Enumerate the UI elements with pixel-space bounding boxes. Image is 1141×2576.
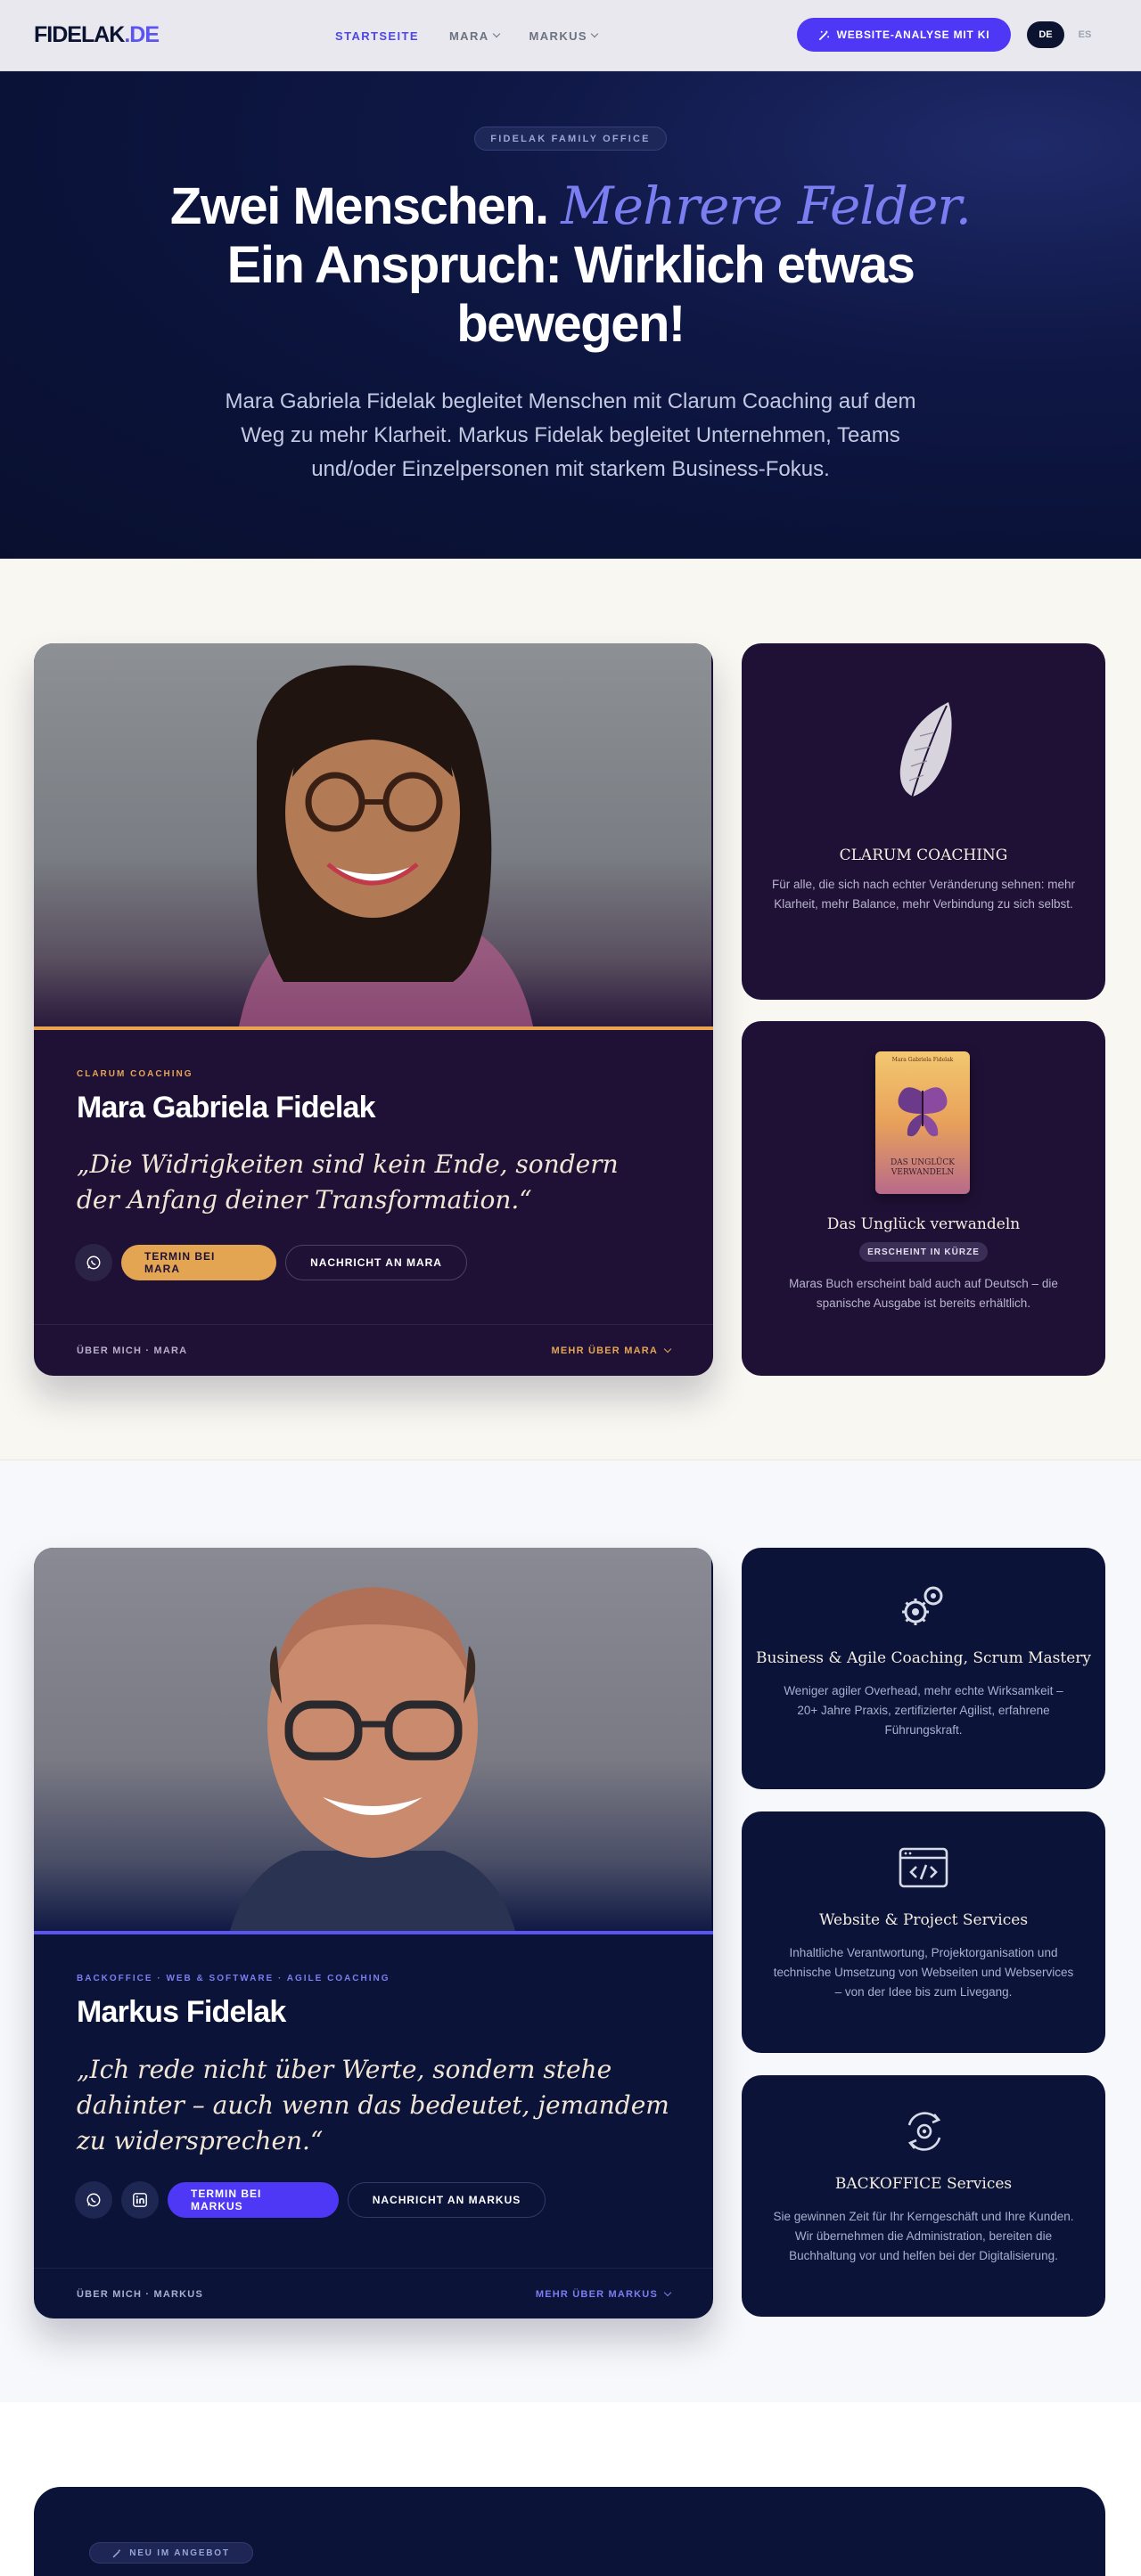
butterfly-icon bbox=[898, 1087, 948, 1137]
markus-name: Markus Fidelak bbox=[77, 1995, 286, 2029]
termin-bei-mara-button[interactable]: TERMIN BEI MARA bbox=[121, 1245, 276, 1280]
linkedin-button[interactable] bbox=[121, 2181, 159, 2219]
markus-button-row: TERMIN BEI MARKUS NACHRICHT AN MARKUS bbox=[75, 2181, 546, 2219]
nav-link-markus[interactable]: MARKUS bbox=[529, 29, 599, 43]
mara-accent-line bbox=[34, 1026, 713, 1030]
gears-icon bbox=[902, 1586, 943, 1625]
hero-badge: FIDELAK FAMILY OFFICE bbox=[474, 127, 667, 151]
agile-coaching-text: Weniger agiler Overhead, mehr echte Wirk… bbox=[784, 1684, 1063, 1737]
nachricht-an-mara-button[interactable]: NACHRICHT AN MARA bbox=[285, 1245, 467, 1280]
markus-profile-card: BACKOFFICE · WEB & SOFTWARE · AGILE COAC… bbox=[34, 1548, 713, 2318]
top-navigation: FIDELAK.DE STARTSEITE MARA MARKUS WEBSIT… bbox=[0, 0, 1141, 71]
erscheint-badge: ERSCHEINT IN KÜRZE bbox=[859, 1242, 988, 1262]
clarum-coaching-title: CLARUM COACHING bbox=[839, 846, 1008, 864]
magic-wand-icon bbox=[818, 29, 829, 40]
buch-title: Das Unglück verwandeln bbox=[826, 1215, 1021, 1233]
chevron-down-icon bbox=[663, 2288, 672, 2296]
leaf-icon bbox=[899, 702, 952, 814]
backoffice-services-title: BACKOFFICE Services bbox=[834, 2175, 1013, 2193]
markus-footer-left: ÜBER MICH · MARKUS bbox=[77, 2288, 203, 2300]
mara-quote: „Die Widrigkeiten sind kein Ende, sonder… bbox=[77, 1149, 619, 1214]
markus-portrait-illustration bbox=[230, 1587, 515, 1931]
whatsapp-icon bbox=[86, 1255, 101, 1270]
whatsapp-button[interactable] bbox=[75, 1244, 112, 1281]
logo-tld: .DE bbox=[124, 22, 160, 47]
mara-portrait-illustration bbox=[239, 665, 533, 1026]
markus-portrait bbox=[34, 1548, 711, 1931]
neu-im-angebot-section: NEU IM ANGEBOT bbox=[0, 2402, 1141, 2576]
nav-link-label: MARKUS bbox=[529, 29, 587, 43]
nav-link-label: STARTSEITE bbox=[335, 29, 419, 43]
book-title-on-cover: DAS UNGLÜCK VERWANDELN bbox=[890, 1158, 956, 1177]
code-window-icon bbox=[899, 1847, 948, 1888]
website-services-text: Inhaltliche Verantwortung, Projektorgani… bbox=[773, 1946, 1074, 1999]
markus-section: BACKOFFICE · WEB & SOFTWARE · AGILE COAC… bbox=[0, 1460, 1141, 2402]
nachricht-an-markus-button[interactable]: NACHRICHT AN MARKUS bbox=[348, 2182, 546, 2218]
termin-bei-markus-button[interactable]: TERMIN BEI MARKUS bbox=[168, 2182, 339, 2218]
nav-links: STARTSEITE MARA MARKUS bbox=[335, 0, 599, 71]
chevron-down-icon bbox=[663, 1345, 672, 1353]
mara-name: Mara Gabriela Fidelak bbox=[77, 1091, 376, 1124]
hero-subtitle: Mara Gabriela Fidelak begleitet Menschen… bbox=[225, 389, 916, 481]
hero-title-part2: Ein Anspruch: Wirklich etwas bewegen! bbox=[226, 236, 915, 353]
neu-im-angebot-badge: NEU IM ANGEBOT bbox=[89, 2542, 253, 2564]
nav-link-label: MARA bbox=[448, 29, 489, 43]
agile-coaching-title: Business & Agile Coaching, Scrum Mastery bbox=[755, 1649, 1092, 1667]
website-services-card[interactable]: Website & Project Services Inhaltliche V… bbox=[742, 1811, 1105, 2053]
markus-accent-line bbox=[34, 1931, 713, 1934]
nav-link-startseite[interactable]: STARTSEITE bbox=[335, 29, 419, 43]
mara-profile-card: CLARUM COACHING Mara Gabriela Fidelak „D… bbox=[34, 643, 713, 1376]
clarum-coaching-text: Für alle, die sich nach echter Veränderu… bbox=[772, 878, 1075, 911]
mara-eyebrow: CLARUM COACHING bbox=[77, 1069, 193, 1079]
mara-section: CLARUM COACHING Mara Gabriela Fidelak „D… bbox=[0, 559, 1141, 1460]
logo-main: FIDELAK bbox=[34, 22, 125, 47]
buch-card[interactable]: Mara Gabriela Fidelak DAS UNGLÜCK VERWAN… bbox=[742, 1021, 1105, 1376]
mara-button-row: TERMIN BEI MARA NACHRICHT AN MARA bbox=[75, 1244, 467, 1281]
hero-title: Zwei Menschen. Mehrere Felder. Ein Anspr… bbox=[125, 176, 1016, 354]
cycle-gear-icon bbox=[907, 2112, 941, 2151]
buch-text: Maras Buch erscheint bald auch auf Deuts… bbox=[789, 1277, 1058, 1310]
nav-link-mara[interactable]: MARA bbox=[448, 29, 500, 43]
agile-coaching-card[interactable]: Business & Agile Coaching, Scrum Mastery… bbox=[742, 1548, 1105, 1789]
mehr-ueber-mara-link[interactable]: MEHR ÜBER MARA bbox=[551, 1345, 672, 1356]
book-cover: Mara Gabriela Fidelak DAS UNGLÜCK VERWAN… bbox=[875, 1051, 970, 1194]
whatsapp-icon bbox=[86, 2193, 101, 2207]
backoffice-services-text: Sie gewinnen Zeit für Ihr Kerngeschäft u… bbox=[773, 2210, 1074, 2262]
mehr-ueber-mara-label: MEHR ÜBER MARA bbox=[551, 1345, 658, 1356]
markus-eyebrow: BACKOFFICE · WEB & SOFTWARE · AGILE COAC… bbox=[77, 1974, 390, 1983]
hero-title-part1: Zwei Menschen. bbox=[169, 177, 549, 235]
book-author: Mara Gabriela Fidelak bbox=[891, 1057, 954, 1063]
hero-section: FIDELAK FAMILY OFFICE Zwei Menschen. Meh… bbox=[0, 71, 1141, 559]
clarum-coaching-card[interactable]: CLARUM COACHING Für alle, die sich nach … bbox=[742, 643, 1105, 1000]
hero-title-accent: Mehrere Felder. bbox=[561, 176, 972, 236]
website-analyse-button[interactable]: WEBSITE-ANALYSE MIT KI bbox=[797, 18, 1011, 52]
lang-de-button[interactable]: DE bbox=[1027, 21, 1064, 48]
markus-card-footer: ÜBER MICH · MARKUS MEHR ÜBER MARKUS bbox=[34, 2268, 713, 2318]
cta-label: WEBSITE-ANALYSE MIT KI bbox=[836, 29, 990, 41]
neu-im-angebot-card: NEU IM ANGEBOT bbox=[34, 2487, 1105, 2576]
neu-im-angebot-label: NEU IM ANGEBOT bbox=[129, 2547, 230, 2558]
linkedin-icon bbox=[133, 2193, 147, 2207]
mara-portrait bbox=[34, 643, 711, 1026]
magic-wand-icon bbox=[112, 2548, 121, 2557]
website-services-title: Website & Project Services bbox=[818, 1911, 1029, 1929]
chevron-down-icon bbox=[492, 29, 500, 38]
logo[interactable]: FIDELAK.DE bbox=[34, 22, 160, 48]
mehr-ueber-markus-label: MEHR ÜBER MARKUS bbox=[535, 2288, 658, 2300]
backoffice-services-card[interactable]: BACKOFFICE Services Sie gewinnen Zeit fü… bbox=[742, 2075, 1105, 2317]
mara-footer-left: ÜBER MICH · MARA bbox=[77, 1345, 188, 1356]
markus-quote: „Ich rede nicht über Werte, sondern steh… bbox=[77, 2055, 669, 2155]
chevron-down-icon bbox=[590, 29, 599, 38]
mara-card-footer: ÜBER MICH · MARA MEHR ÜBER MARA bbox=[34, 1324, 713, 1376]
mehr-ueber-markus-link[interactable]: MEHR ÜBER MARKUS bbox=[535, 2288, 672, 2300]
lang-es-button[interactable]: ES bbox=[1070, 21, 1100, 48]
whatsapp-button[interactable] bbox=[75, 2181, 112, 2219]
